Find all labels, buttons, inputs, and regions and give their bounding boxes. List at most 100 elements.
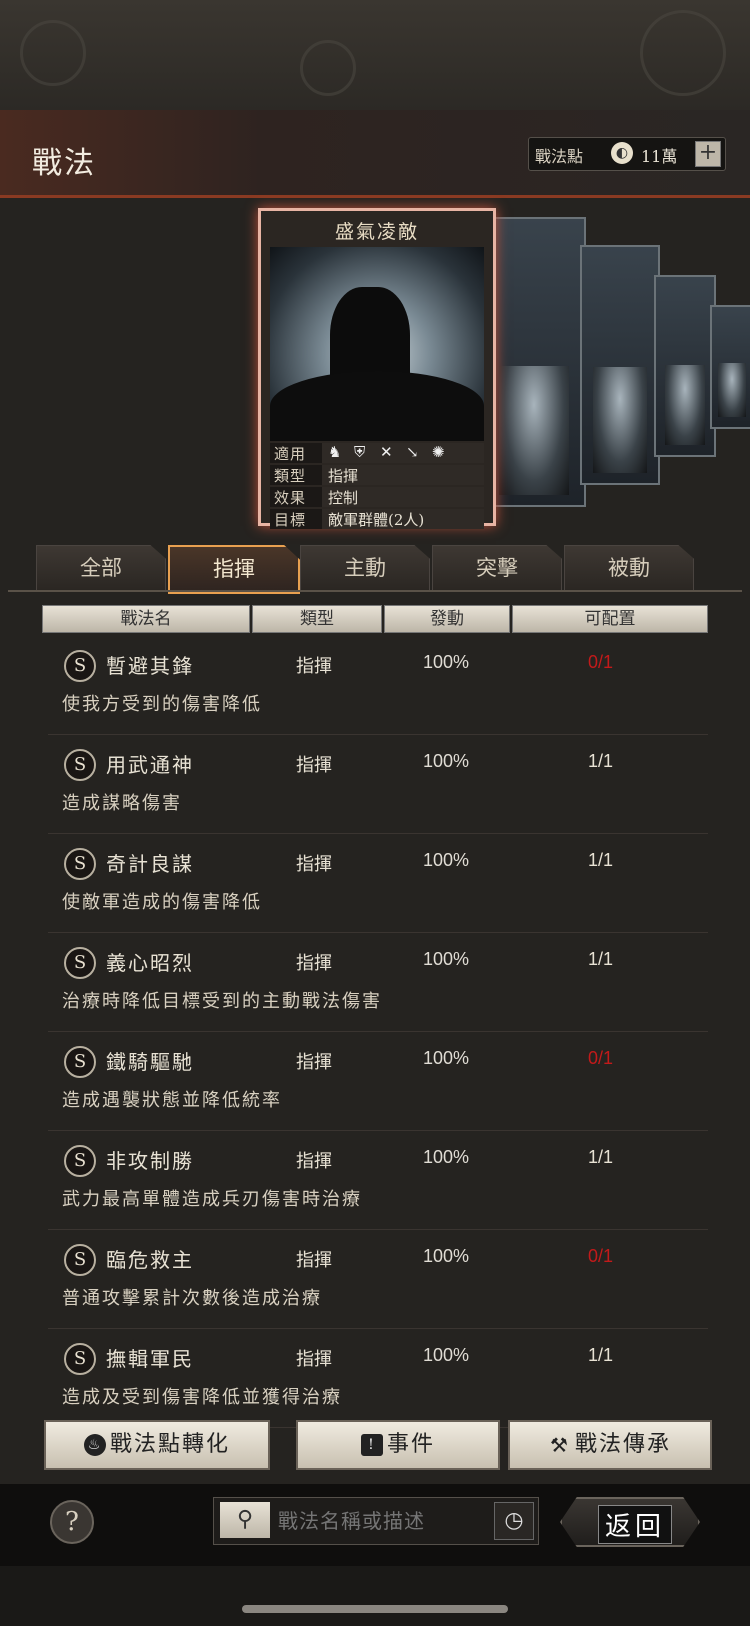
tactic-type: 指揮: [296, 1052, 332, 1073]
tactic-rate: 100%: [423, 1147, 470, 1167]
grade-badge: S: [64, 749, 96, 781]
tab-all[interactable]: 全部: [36, 545, 166, 591]
card-info: 適用 ♞ ⛨ ✕ ↘ ✺ 類型 指揮 效果 控制 目標 敵軍群體(2人): [270, 443, 484, 531]
history-clock-icon[interactable]: ◷: [494, 1502, 534, 1540]
tactic-config: 1/1: [588, 1147, 614, 1167]
tactic-rate: 100%: [423, 1345, 470, 1365]
search-bar: ⚲ ◷: [213, 1497, 539, 1545]
tab-active[interactable]: 主動: [300, 545, 430, 591]
grade-badge: S: [64, 947, 96, 979]
list-item[interactable]: S 義心昭烈 指揮 100% 1/1 治療時降低目標受到的主動戰法傷害: [48, 937, 708, 1032]
tactic-desc: 造成遇襲狀態並降低統率: [62, 1090, 282, 1111]
tactic-config: 0/1: [588, 1048, 614, 1068]
card-info-row: 適用 ♞ ⛨ ✕ ↘ ✺: [270, 443, 484, 463]
convert-points-button[interactable]: ♨ 戰法點轉化: [44, 1420, 270, 1470]
back-label: 返回: [598, 1505, 673, 1544]
list-item[interactable]: S 撫輯軍民 指揮 100% 1/1 造成及受到傷害降低並獲得治療: [48, 1333, 708, 1428]
tab-passive[interactable]: 被動: [564, 545, 694, 591]
top-decor: [0, 0, 750, 110]
list-item[interactable]: S 非攻制勝 指揮 100% 1/1 武力最高單體造成兵刃傷害時治療: [48, 1135, 708, 1230]
inherit-button[interactable]: ⚒ 戰法傳承: [508, 1420, 712, 1470]
tactic-name: 暫避其鋒: [106, 654, 194, 678]
tactic-rate: 100%: [423, 850, 470, 870]
tactic-config: 0/1: [588, 652, 614, 672]
info-key: 目標: [270, 509, 322, 529]
tactic-desc: 使我方受到的傷害降低: [62, 694, 262, 715]
card-name: 盛氣凌敵: [334, 221, 419, 243]
card-info-row: 目標 敵軍群體(2人): [270, 509, 484, 529]
tactic-config: 1/1: [588, 850, 614, 870]
hammer-icon: ⚒: [550, 1433, 570, 1457]
grade-badge: S: [64, 1244, 96, 1276]
list-item[interactable]: S 暫避其鋒 指揮 100% 0/1 使我方受到的傷害降低: [48, 640, 708, 735]
points-value: 11萬: [641, 147, 678, 166]
info-value: 控制: [322, 487, 484, 507]
convert-label: 戰法點轉化: [109, 1432, 230, 1457]
tactic-name: 用武通神: [106, 753, 194, 777]
alert-icon: !: [360, 1434, 383, 1456]
list-item[interactable]: S 奇計良謀 指揮 100% 1/1 使敵軍造成的傷害降低: [48, 838, 708, 933]
events-label: 事件: [386, 1432, 435, 1457]
tactic-type: 指揮: [296, 1151, 332, 1172]
tactic-name: 奇計良謀: [106, 852, 194, 876]
tactic-name: 鐵騎驅馳: [106, 1050, 194, 1074]
tactic-desc: 治療時降低目標受到的主動戰法傷害: [62, 991, 382, 1012]
search-input[interactable]: [276, 1504, 480, 1538]
back-button[interactable]: 返回: [560, 1497, 700, 1547]
tactic-rate: 100%: [423, 1048, 470, 1068]
info-key: 適用: [270, 443, 322, 463]
list-item[interactable]: S 臨危救主 指揮 100% 0/1 普通攻擊累計次數後造成治療: [48, 1234, 708, 1329]
tactic-rate: 100%: [423, 949, 470, 969]
list-item[interactable]: S 鐵騎驅馳 指揮 100% 0/1 造成遇襲狀態並降低統率: [48, 1036, 708, 1131]
tactic-name: 非攻制勝: [106, 1149, 194, 1173]
tactic-config: 1/1: [588, 1345, 614, 1365]
inherit-label: 戰法傳承: [574, 1432, 671, 1457]
tactic-type: 指揮: [296, 854, 332, 875]
grade-badge: S: [64, 1343, 96, 1375]
column-header-rate[interactable]: 發動: [384, 605, 510, 633]
info-value: 敵軍群體(2人): [322, 509, 484, 529]
grade-badge: S: [64, 650, 96, 682]
tactic-card[interactable]: [580, 245, 660, 485]
tactic-type: 指揮: [296, 953, 332, 974]
tactic-desc: 使敵軍造成的傷害降低: [62, 892, 262, 913]
flame-icon: ♨: [83, 1434, 106, 1456]
tactic-config: 1/1: [588, 949, 614, 969]
column-header-name[interactable]: 戰法名: [42, 605, 250, 633]
tactic-card[interactable]: [654, 275, 716, 457]
tactic-type: 指揮: [296, 755, 332, 776]
column-header-config[interactable]: 可配置: [512, 605, 708, 633]
tactic-card[interactable]: [710, 305, 750, 429]
tactic-type: 指揮: [296, 1349, 332, 1370]
tactic-rate: 100%: [423, 1246, 470, 1266]
spear-icon: ↘: [406, 443, 419, 461]
events-button[interactable]: ! 事件: [296, 1420, 500, 1470]
selected-tactic-card[interactable]: 盛氣凌敵 適用 ♞ ⛨ ✕ ↘ ✺ 類型 指揮 效果 控制 目標 敵軍群體(2人): [258, 208, 496, 529]
tabs-divider: [8, 590, 742, 592]
tab-assault[interactable]: 突擊: [432, 545, 562, 591]
tactic-name: 義心昭烈: [106, 951, 194, 975]
info-key: 效果: [270, 487, 322, 507]
home-indicator[interactable]: [242, 1605, 508, 1613]
tactic-type: 指揮: [296, 656, 332, 677]
tab-command[interactable]: 指揮: [168, 545, 300, 594]
add-points-button[interactable]: +: [695, 141, 721, 167]
points-label: 戰法點: [535, 147, 584, 166]
tactic-points-box: 戰法點 ◐ 11萬 +: [528, 137, 726, 171]
tactic-type: 指揮: [296, 1250, 332, 1271]
cavalry-icon: ♞: [328, 443, 342, 461]
search-icon[interactable]: ⚲: [220, 1502, 270, 1538]
grade-badge: S: [64, 848, 96, 880]
tactic-card[interactable]: [482, 217, 586, 507]
page-title: 戰法: [32, 146, 96, 181]
tactic-rate: 100%: [423, 751, 470, 771]
card-artwork: [270, 247, 484, 441]
tactic-name: 撫輯軍民: [106, 1347, 194, 1371]
grade-badge: S: [64, 1145, 96, 1177]
tactic-config: 0/1: [588, 1246, 614, 1266]
help-button[interactable]: ?: [50, 1500, 94, 1544]
crossbow-icon: ✕: [380, 443, 393, 461]
wheel-icon: ✺: [432, 443, 445, 461]
column-header-type[interactable]: 類型: [252, 605, 382, 633]
list-item[interactable]: S 用武通神 指揮 100% 1/1 造成謀略傷害: [48, 739, 708, 834]
